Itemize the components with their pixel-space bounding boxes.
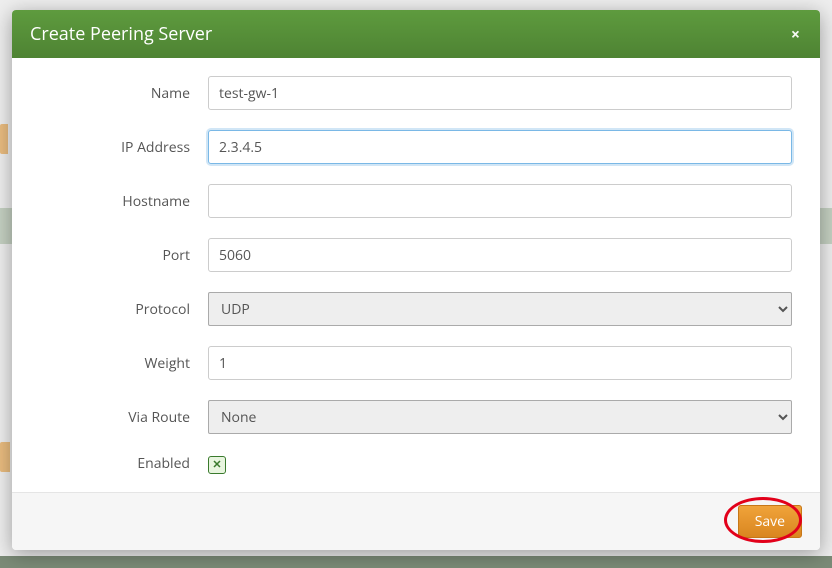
- modal-header: Create Peering Server ×: [12, 10, 820, 58]
- label-via-route: Via Route: [40, 408, 208, 427]
- modal-body: Name IP Address Hostname Port Protocol: [12, 58, 820, 492]
- label-hostname: Hostname: [40, 192, 208, 211]
- field-row-via-route: Via Route None: [40, 400, 792, 434]
- protocol-select[interactable]: UDP: [208, 292, 792, 326]
- label-weight: Weight: [40, 354, 208, 373]
- field-row-enabled: Enabled ✕: [40, 454, 792, 474]
- background-footer-band: [0, 556, 832, 568]
- save-button[interactable]: Save: [738, 505, 802, 538]
- close-icon[interactable]: ×: [789, 26, 802, 42]
- field-row-port: Port: [40, 238, 792, 272]
- check-icon: ✕: [212, 457, 221, 472]
- create-peering-server-modal: Create Peering Server × Name IP Address …: [12, 10, 820, 550]
- modal-footer: Save: [12, 492, 820, 550]
- field-row-protocol: Protocol UDP: [40, 292, 792, 326]
- modal-title: Create Peering Server: [30, 22, 212, 46]
- label-enabled: Enabled: [40, 454, 208, 473]
- label-protocol: Protocol: [40, 300, 208, 319]
- field-row-weight: Weight: [40, 346, 792, 380]
- name-input[interactable]: [208, 76, 792, 110]
- field-row-name: Name: [40, 76, 792, 110]
- hostname-input[interactable]: [208, 184, 792, 218]
- label-port: Port: [40, 246, 208, 265]
- background-accent: [0, 124, 8, 154]
- ip-address-input[interactable]: [208, 130, 792, 164]
- label-name: Name: [40, 84, 208, 103]
- weight-input[interactable]: [208, 346, 792, 380]
- via-route-select[interactable]: None: [208, 400, 792, 434]
- enabled-checkbox[interactable]: ✕: [208, 456, 226, 474]
- label-ip-address: IP Address: [40, 138, 208, 157]
- background-accent: [0, 442, 10, 472]
- field-row-ip-address: IP Address: [40, 130, 792, 164]
- field-row-hostname: Hostname: [40, 184, 792, 218]
- port-input[interactable]: [208, 238, 792, 272]
